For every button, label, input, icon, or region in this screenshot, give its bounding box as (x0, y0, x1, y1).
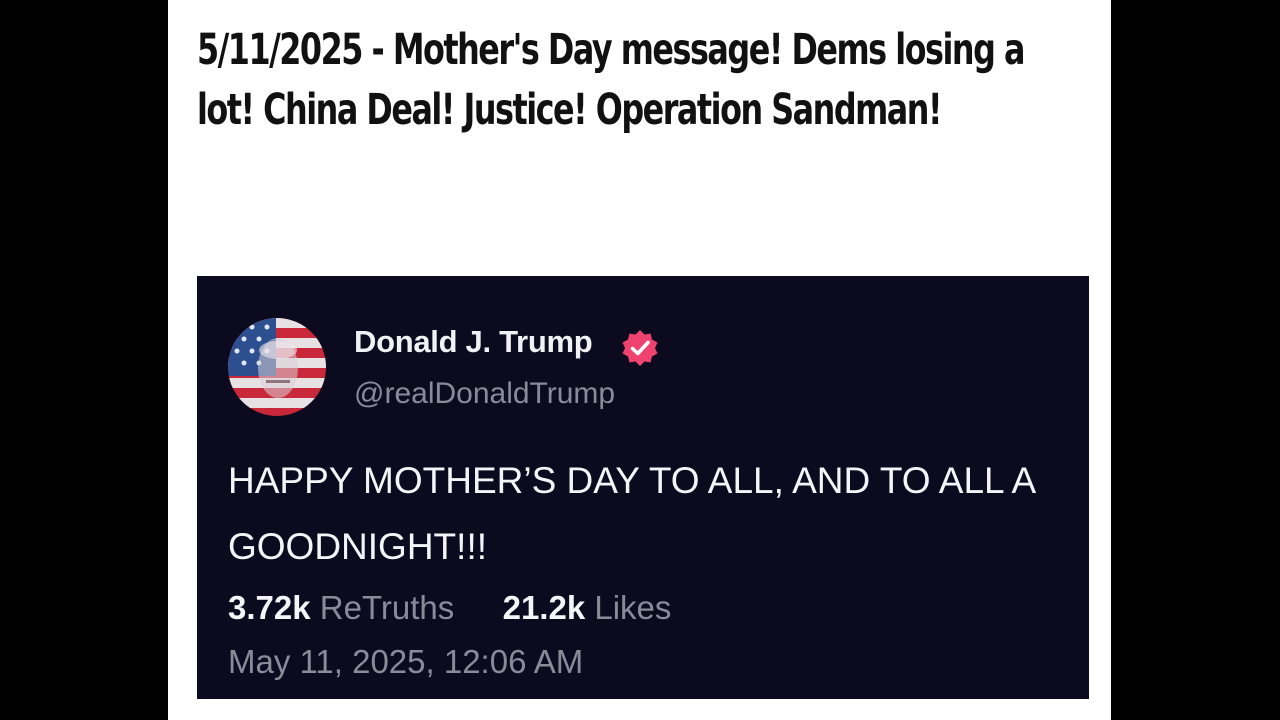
likes-count: 21.2k (502, 589, 586, 626)
article-headline: 5/11/2025 - Mother's Day message! Dems l… (197, 25, 1025, 135)
retruths-stat[interactable]: 3.72k ReTruths (228, 589, 463, 626)
article-page: 5/11/2025 - Mother's Day message! Dems l… (168, 0, 1111, 720)
verified-badge-icon (622, 330, 658, 366)
retruths-label: ReTruths (319, 589, 455, 626)
retruths-count: 3.72k (228, 589, 311, 626)
post-stats: 3.72k ReTruths 21.2k Likes (228, 589, 671, 627)
avatar-image (228, 318, 326, 416)
post-text: HAPPY MOTHER’S DAY TO ALL, AND TO ALL A … (228, 460, 1035, 567)
likes-label: Likes (594, 589, 672, 626)
video-frame: 5/11/2025 - Mother's Day message! Dems l… (0, 0, 1280, 720)
post-timestamp[interactable]: May 11, 2025, 12:06 AM (228, 643, 583, 681)
author-name[interactable]: Donald J. Trump (354, 324, 593, 360)
profile-avatar[interactable] (228, 318, 326, 416)
social-post-card[interactable]: Donald J. Trump @realDonaldTrump HAPPY M… (197, 276, 1089, 699)
author-handle[interactable]: @realDonaldTrump (354, 377, 615, 411)
likes-stat[interactable]: 21.2k Likes (503, 589, 672, 626)
